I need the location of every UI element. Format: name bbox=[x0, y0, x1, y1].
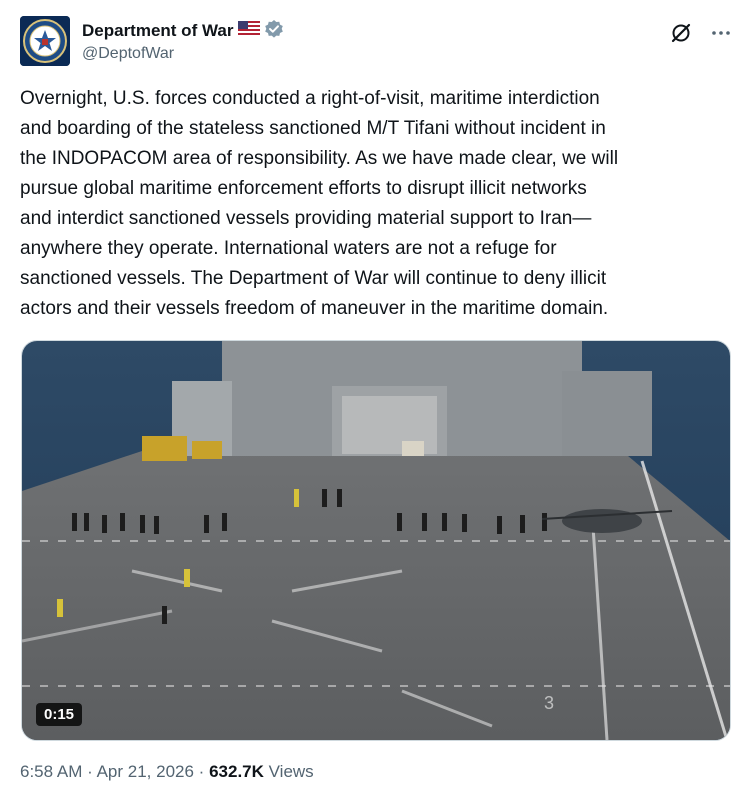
video-thumbnail: 3 bbox=[22, 341, 730, 740]
tweet-header: Department of War @DeptofWar bbox=[20, 16, 734, 68]
tweet-text: Overnight, U.S. forces conducted a right… bbox=[20, 88, 619, 319]
video-player[interactable]: 3 0:15 bbox=[21, 340, 731, 741]
svg-text:3: 3 bbox=[544, 693, 554, 713]
tweet-time: 6:58 AM bbox=[20, 762, 83, 781]
display-name[interactable]: Department of War bbox=[82, 21, 233, 41]
grok-icon[interactable] bbox=[668, 20, 694, 46]
views-label: Views bbox=[268, 762, 314, 781]
us-flag-icon bbox=[238, 21, 261, 41]
seal-icon bbox=[20, 16, 70, 66]
video-duration: 0:15 bbox=[36, 703, 83, 726]
tweet-date: Apr 21, 2026 bbox=[96, 762, 194, 781]
avatar[interactable] bbox=[20, 16, 70, 66]
timestamp-link[interactable]: 6:58 AM · Apr 21, 2026 bbox=[20, 762, 194, 781]
tweet-meta: 6:58 AM · Apr 21, 2026 · 632.7K Views bbox=[20, 762, 314, 782]
handle[interactable]: @DeptofWar bbox=[82, 45, 284, 63]
more-icon[interactable] bbox=[708, 20, 734, 46]
meta-separator: · bbox=[87, 762, 93, 781]
views-count: 632.7K bbox=[209, 762, 264, 781]
verified-badge-icon[interactable] bbox=[264, 19, 284, 44]
meta-separator: · bbox=[198, 762, 205, 781]
